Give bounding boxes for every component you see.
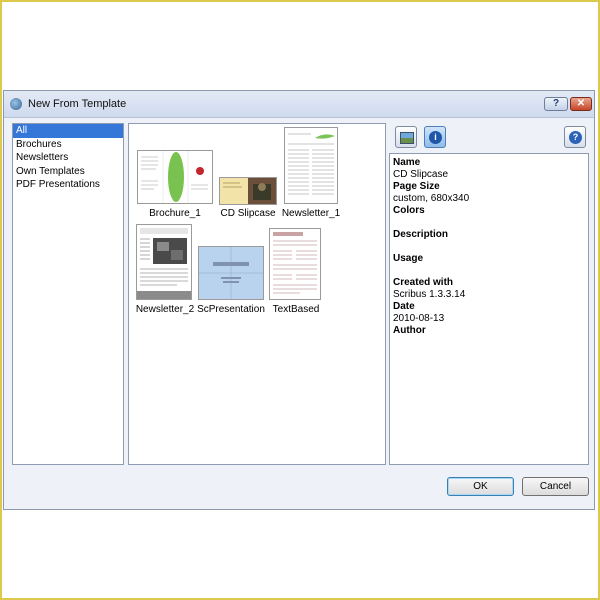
bottom-strip: [3, 510, 595, 588]
textbased-thumbnail: [269, 228, 321, 300]
scribus-app-icon: [10, 98, 22, 110]
info-icon: i: [429, 131, 442, 144]
template-textbased[interactable]: TextBased: [269, 228, 323, 316]
category-item-brochures[interactable]: Brochures: [13, 138, 123, 152]
newsletter-1-thumbnail: [284, 127, 338, 204]
template-label: TextBased: [272, 304, 320, 315]
name-value: CD Slipcase: [393, 169, 449, 180]
category-item-pdf-presentations[interactable]: PDF Presentations: [13, 178, 123, 192]
created-with-label: Created with: [393, 277, 454, 288]
template-info-box: Name CD Slipcase Page Size custom, 680x3…: [389, 153, 589, 465]
titlebar-close-button[interactable]: ✕: [570, 97, 592, 111]
template-info-panel: i ? Name CD Slipcase Page Size custom, 6…: [389, 123, 591, 465]
template-label: CD Slipcase: [220, 208, 276, 219]
date-value: 2010-08-13: [393, 313, 445, 324]
newsletter-2-thumbnail: [136, 224, 192, 300]
cancel-button[interactable]: Cancel: [522, 477, 589, 496]
category-list[interactable]: All Brochures Newsletters Own Templates …: [12, 123, 124, 465]
template-brochure-1[interactable]: Brochure_1: [135, 150, 215, 220]
cd-slipcase-thumbnail: [219, 177, 277, 205]
help-button[interactable]: ?: [564, 126, 586, 148]
colors-label: Colors: [393, 205, 425, 216]
image-icon: [400, 132, 414, 144]
description-label: Description: [393, 229, 449, 240]
help-icon: ?: [569, 131, 582, 144]
titlebar-help-button[interactable]: ?: [544, 97, 568, 111]
page-size-label: Page Size: [393, 181, 440, 192]
template-label: Newsletter_1: [281, 208, 341, 219]
template-label: Brochure_1: [149, 208, 201, 219]
date-label: Date: [393, 301, 415, 312]
category-item-all[interactable]: All: [13, 124, 123, 138]
name-label: Name: [393, 157, 421, 168]
description-value: [393, 241, 585, 253]
template-newsletter-2[interactable]: Newsletter_2: [133, 224, 194, 316]
title-bar: New From Template ? ✕: [4, 91, 594, 118]
category-item-newsletters[interactable]: Newsletters: [13, 151, 123, 165]
usage-value: [393, 265, 585, 277]
window-title: New From Template: [28, 98, 127, 110]
brochure-thumbnail: [137, 150, 213, 204]
author-label: Author: [393, 325, 426, 336]
template-label: ScPresentation: [197, 304, 265, 315]
created-with-value: Scribus 1.3.3.14: [393, 289, 466, 300]
ok-button[interactable]: OK: [447, 477, 514, 496]
template-cd-slipcase[interactable]: CD Slipcase: [217, 150, 279, 220]
page-size-value: custom, 680x340: [393, 193, 470, 204]
new-from-template-dialog: New From Template ? ✕ All Brochures News…: [3, 90, 595, 510]
scpresentation-thumbnail: [198, 246, 264, 300]
template-thumbnail-panel: Brochure_1 CD Slipcase Newsletter_1 News…: [128, 123, 386, 465]
template-scpresentation[interactable]: ScPresentation: [195, 246, 267, 316]
info-view-button[interactable]: i: [424, 126, 446, 148]
usage-label: Usage: [393, 253, 424, 264]
category-item-own-templates[interactable]: Own Templates: [13, 165, 123, 179]
template-newsletter-1[interactable]: Newsletter_1: [281, 127, 341, 220]
image-view-button[interactable]: [395, 126, 417, 148]
colors-value: [393, 217, 585, 229]
